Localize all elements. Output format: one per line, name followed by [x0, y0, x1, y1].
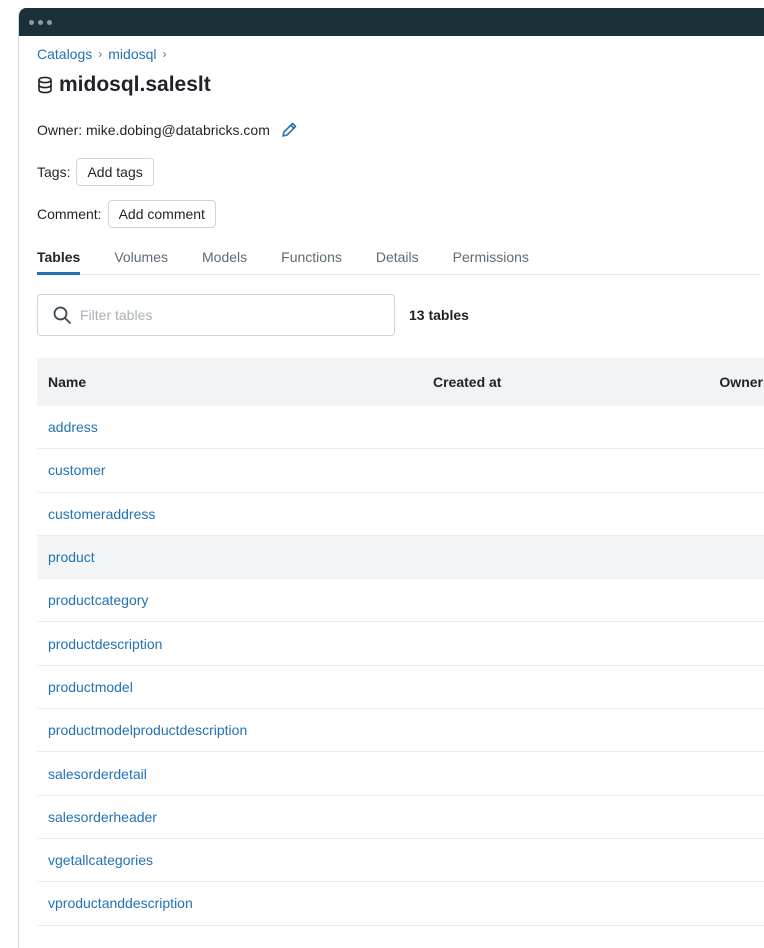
table-row: productmodel	[37, 666, 764, 710]
window-dot	[38, 19, 43, 25]
table-count: 13 tables	[409, 307, 469, 323]
breadcrumb-midosql[interactable]: midosql	[108, 46, 156, 62]
tab-volumes[interactable]: Volumes	[114, 243, 168, 274]
window-titlebar	[19, 8, 764, 36]
table-link[interactable]: product	[37, 549, 95, 565]
page-title: midosql.saleslt	[59, 73, 211, 96]
owner-row: Owner: mike.dobing@databricks.com	[37, 119, 760, 141]
tab-details[interactable]: Details	[376, 243, 419, 274]
pencil-icon[interactable]	[280, 121, 298, 139]
main-content: Catalogs › midosql › midosql.saleslt Own…	[19, 36, 764, 926]
column-header-created-at[interactable]: Created at	[433, 374, 697, 390]
table-link[interactable]: productmodel	[37, 679, 133, 695]
table-link[interactable]: customer	[37, 462, 106, 478]
database-icon	[38, 76, 52, 94]
table-link[interactable]: customeraddress	[37, 506, 155, 522]
table-link[interactable]: vproductanddescription	[37, 895, 193, 911]
add-tags-button[interactable]: Add tags	[76, 158, 154, 186]
table-row: product	[37, 535, 764, 580]
window-dot	[47, 19, 52, 25]
comment-label: Comment:	[37, 206, 102, 222]
tab-models[interactable]: Models	[202, 243, 247, 274]
filter-row: 13 tables	[37, 294, 760, 336]
filter-box[interactable]	[37, 294, 395, 336]
table-row: customer	[37, 449, 764, 493]
table-row: salesorderdetail	[37, 752, 764, 796]
table-row: productmodelproductdescription	[37, 709, 764, 753]
table-row: customeraddress	[37, 493, 764, 536]
table-link[interactable]: productcategory	[37, 592, 148, 608]
table-row: productdescription	[37, 622, 764, 666]
column-header-name[interactable]: Name	[37, 374, 433, 390]
tab-tables[interactable]: Tables	[37, 243, 81, 275]
breadcrumb: Catalogs › midosql ›	[37, 44, 760, 64]
tags-row: Tags: Add tags	[37, 158, 760, 186]
table-row: vgetallcategories	[37, 839, 764, 883]
owner-text: Owner: mike.dobing@databricks.com	[37, 122, 270, 138]
table-row: salesorderheader	[37, 796, 764, 839]
page-header: midosql.saleslt	[37, 72, 760, 98]
table-link[interactable]: salesorderdetail	[37, 766, 147, 782]
tags-label: Tags:	[37, 164, 71, 180]
chevron-right-icon: ›	[162, 47, 167, 61]
tables-table: Name Created at Owner address customer c…	[37, 358, 764, 926]
column-header-owner[interactable]: Owner	[697, 374, 764, 390]
table-link[interactable]: productdescription	[37, 636, 162, 652]
table-link[interactable]: vgetallcategories	[37, 852, 153, 868]
comment-row: Comment: Add comment	[37, 200, 760, 228]
table-link[interactable]: salesorderheader	[37, 809, 157, 825]
breadcrumb-catalogs[interactable]: Catalogs	[37, 46, 92, 62]
search-icon	[53, 306, 71, 324]
window-dot	[29, 19, 34, 25]
tab-bar: Tables Volumes Models Functions Details …	[37, 243, 760, 275]
filter-tables-input[interactable]	[80, 307, 360, 323]
add-comment-button[interactable]: Add comment	[107, 200, 216, 228]
table-row: address	[37, 406, 764, 450]
tab-permissions[interactable]: Permissions	[453, 243, 529, 274]
table-row: productcategory	[37, 579, 764, 623]
table-link[interactable]: productmodelproductdescription	[37, 722, 247, 738]
table-row: vproductanddescription	[37, 882, 764, 926]
table-header: Name Created at Owner	[37, 358, 764, 406]
app-window: Catalogs › midosql › midosql.saleslt Own…	[18, 8, 764, 948]
table-link[interactable]: address	[37, 419, 98, 435]
chevron-right-icon: ›	[98, 47, 103, 61]
tab-functions[interactable]: Functions	[281, 243, 342, 274]
